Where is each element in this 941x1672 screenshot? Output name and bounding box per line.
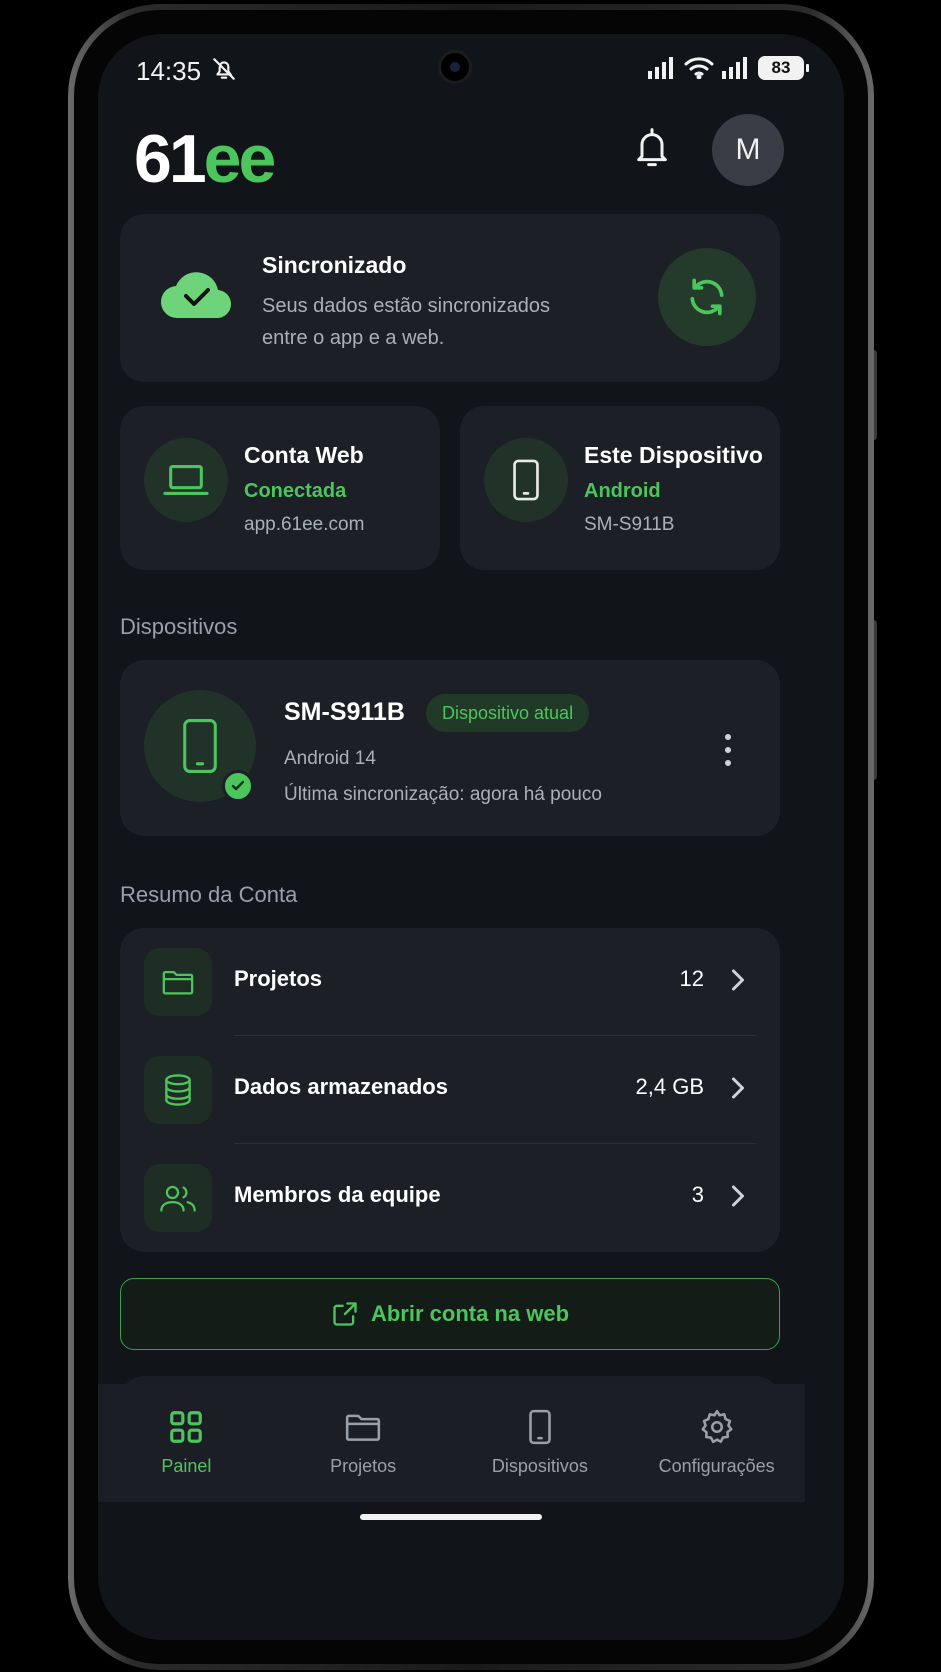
external-link-icon: [333, 1302, 357, 1326]
open-web-label: Abrir conta na web: [370, 1301, 570, 1326]
row-value: 12: [679, 966, 704, 991]
screen: 14:35 83 61ee M Sincronizado Seus dados …: [98, 34, 844, 1640]
summary-row-projects[interactable]: Projetos 12: [120, 928, 780, 1036]
tab-painel[interactable]: Painel: [98, 1384, 275, 1502]
wifi-icon: [684, 57, 714, 79]
tab-projetos[interactable]: Projetos: [275, 1384, 452, 1502]
front-camera: [438, 50, 472, 84]
web-account-url: app.61ee.com: [244, 514, 365, 535]
device-os: Android 14: [284, 748, 376, 769]
row-value: 3: [691, 1182, 704, 1207]
status-time: 14:35: [136, 56, 202, 86]
more-options-icon[interactable]: [716, 730, 740, 770]
refresh-icon: [690, 278, 724, 316]
chevron-right-icon: [730, 1184, 746, 1213]
summary-row-team[interactable]: Membros da equipe 3: [120, 1144, 780, 1252]
phone-icon: [484, 438, 568, 522]
tab-label: Dispositivos: [491, 1456, 588, 1476]
tab-configuracoes[interactable]: Configurações: [628, 1384, 805, 1502]
gear-icon: [701, 1409, 733, 1444]
phone-icon: [529, 1409, 551, 1445]
tab-label: Painel: [161, 1456, 212, 1476]
summary-row-storage[interactable]: Dados armazenados 2,4 GB: [120, 1036, 780, 1144]
phone-bezel: 14:35 83 61ee M Sincronizado Seus dados …: [74, 10, 868, 1664]
chevron-right-icon: [730, 968, 746, 997]
this-device-platform: Android: [584, 480, 661, 502]
avatar[interactable]: M: [712, 114, 784, 186]
sync-status-card: Sincronizado Seus dados estão sincroniza…: [120, 214, 780, 382]
battery-indicator: 83: [758, 56, 809, 80]
laptop-icon: [144, 438, 228, 522]
row-label: Membros da equipe: [234, 1182, 441, 1207]
row-label: Projetos: [234, 966, 323, 991]
tab-dispositivos[interactable]: Dispositivos: [452, 1384, 629, 1502]
devices-section-label: Dispositivos: [120, 614, 238, 639]
folder-icon: [346, 1414, 381, 1441]
row-label: Dados armazenados: [234, 1074, 448, 1099]
signal-icon-2: [722, 57, 747, 79]
chevron-right-icon: [730, 1076, 746, 1105]
web-account-card[interactable]: Conta Web Conectada app.61ee.com: [120, 406, 440, 570]
status-icons: 83: [648, 56, 809, 80]
this-device-title: Este Dispositivo: [584, 442, 763, 468]
web-account-title: Conta Web: [244, 442, 364, 468]
device-name: SM-S911B: [284, 698, 405, 726]
notification-bell-icon[interactable]: [632, 126, 672, 175]
account-summary-card: Projetos 12 Dados armazenados 2,4 GB Mem…: [120, 928, 780, 1252]
folder-icon: [144, 948, 212, 1016]
cloud-check-icon: [160, 266, 232, 327]
this-device-card[interactable]: Este Dispositivo Android SM-S911B: [460, 406, 780, 570]
home-indicator[interactable]: [360, 1514, 542, 1520]
sync-title: Sincronizado: [262, 252, 407, 278]
device-last-sync: Última sincronização: agora há pouco: [284, 784, 602, 805]
web-account-status: Conectada: [244, 480, 347, 502]
open-web-account-button[interactable]: Abrir conta na web: [120, 1278, 780, 1350]
tab-label: Configurações: [658, 1456, 775, 1476]
database-icon: [144, 1056, 212, 1124]
app-logo: 61ee: [134, 121, 276, 197]
summary-section-label: Resumo da Conta: [120, 882, 298, 907]
users-icon: [144, 1164, 212, 1232]
bottom-tab-bar: Painel Projetos Dispositivos Configuraçõ…: [98, 1384, 805, 1502]
phone-frame: 14:35 83 61ee M Sincronizado Seus dados …: [68, 4, 874, 1670]
signal-icon: [648, 57, 673, 79]
this-device-model: SM-S911B: [584, 514, 675, 535]
sync-description: Seus dados estão sincronizados entre o a…: [262, 295, 550, 349]
tab-label: Projetos: [330, 1456, 397, 1476]
check-badge-icon: [222, 770, 254, 802]
device-list-item[interactable]: SM-S911B Dispositivo atual Android 14 Úl…: [120, 660, 780, 836]
current-device-badge: Dispositivo atual: [426, 694, 590, 732]
dashboard-grid-icon: [170, 1411, 203, 1443]
sync-refresh-button[interactable]: [658, 248, 756, 346]
row-value: 2,4 GB: [635, 1074, 704, 1099]
bell-off-icon: [211, 56, 237, 87]
